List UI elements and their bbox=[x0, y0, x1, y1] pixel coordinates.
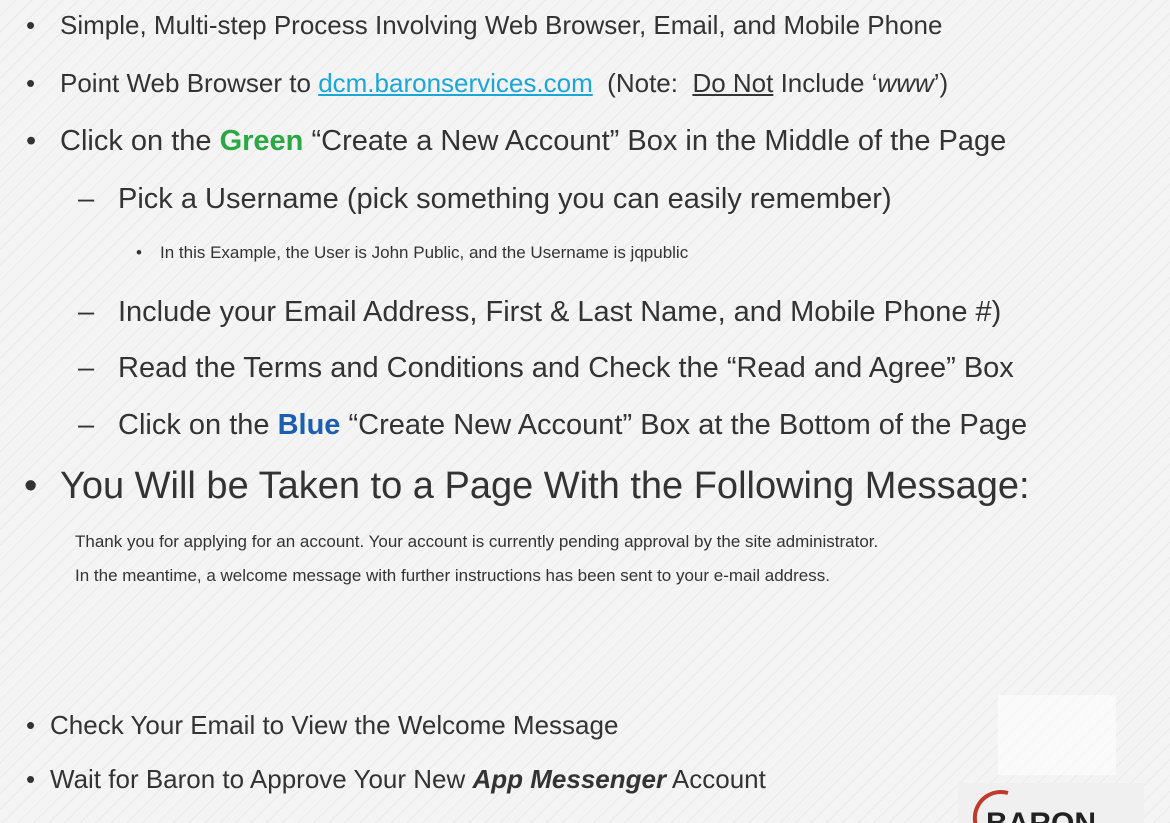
bullet-dot: • bbox=[26, 68, 36, 98]
dcm-link[interactable]: dcm.baronservices.com bbox=[318, 68, 593, 98]
sub-text: Click on the Blue “Create New Account” B… bbox=[118, 409, 1027, 442]
bullet-text: You Will be Taken to a Page With the Fol… bbox=[60, 465, 1030, 507]
text-suffix: Account bbox=[666, 764, 766, 794]
dash-marker: – bbox=[78, 352, 95, 384]
dash-marker: – bbox=[78, 409, 95, 441]
do-not-underlined: Do Not bbox=[692, 68, 774, 98]
bullet-text: Point Web Browser to dcm.baronservices.c… bbox=[60, 68, 948, 99]
text-mid: (Note: bbox=[592, 68, 693, 98]
bullet-dot: • bbox=[24, 465, 38, 507]
text-prefix: Point Web Browser to bbox=[60, 68, 319, 98]
message-line-2: In the meantime, a welcome message with … bbox=[75, 566, 830, 585]
text-suffix: “Create a New Account” Box in the Middle… bbox=[303, 125, 1007, 157]
text-prefix: Click on the bbox=[118, 409, 278, 441]
text-mid2: Include ‘ bbox=[773, 68, 878, 98]
bullet-text: Wait for Baron to Approve Your New App M… bbox=[50, 764, 766, 795]
slide: • Simple, Multi-step Process Involving W… bbox=[0, 0, 1170, 823]
text-prefix: Click on the bbox=[60, 125, 220, 157]
blue-word: Blue bbox=[277, 409, 341, 441]
bullet-dot: • bbox=[26, 10, 36, 40]
blank-box bbox=[998, 695, 1116, 775]
bullet-dot: • bbox=[26, 125, 37, 157]
bullet-text: Click on the Green “Create a New Account… bbox=[60, 125, 1006, 158]
bullet-dot: • bbox=[26, 710, 36, 740]
text-prefix: Wait for Baron to Approve Your New bbox=[50, 764, 473, 794]
sub-text: Pick a Username (pick something you can … bbox=[118, 183, 892, 215]
dash-marker: – bbox=[78, 296, 95, 328]
sub-text: Read the Terms and Conditions and Check … bbox=[118, 352, 1014, 384]
www-italic: www bbox=[877, 68, 934, 98]
dash-marker: – bbox=[78, 183, 95, 215]
bullet-dot: • bbox=[136, 243, 142, 262]
message-line-1: Thank you for applying for an account. Y… bbox=[75, 532, 879, 551]
bullet-text: Simple, Multi-step Process Involving Web… bbox=[60, 10, 943, 40]
sub-text: Include your Email Address, First & Last… bbox=[118, 296, 1002, 328]
text-suffix: ’) bbox=[933, 68, 949, 98]
text-suffix: “Create New Account” Box at the Bottom o… bbox=[340, 409, 1028, 441]
green-word: Green bbox=[219, 125, 304, 157]
baron-logo-icon: BARON bbox=[972, 790, 1096, 823]
logo-text: BARON bbox=[986, 807, 1096, 823]
subsub-text: In this Example, the User is John Public… bbox=[160, 243, 689, 262]
bullet-text: Check Your Email to View the Welcome Mes… bbox=[50, 710, 619, 740]
app-messenger-bold-italic: App Messenger bbox=[472, 764, 667, 794]
baron-logo: BARON bbox=[964, 787, 1164, 823]
bullet-dot: • bbox=[26, 764, 36, 794]
